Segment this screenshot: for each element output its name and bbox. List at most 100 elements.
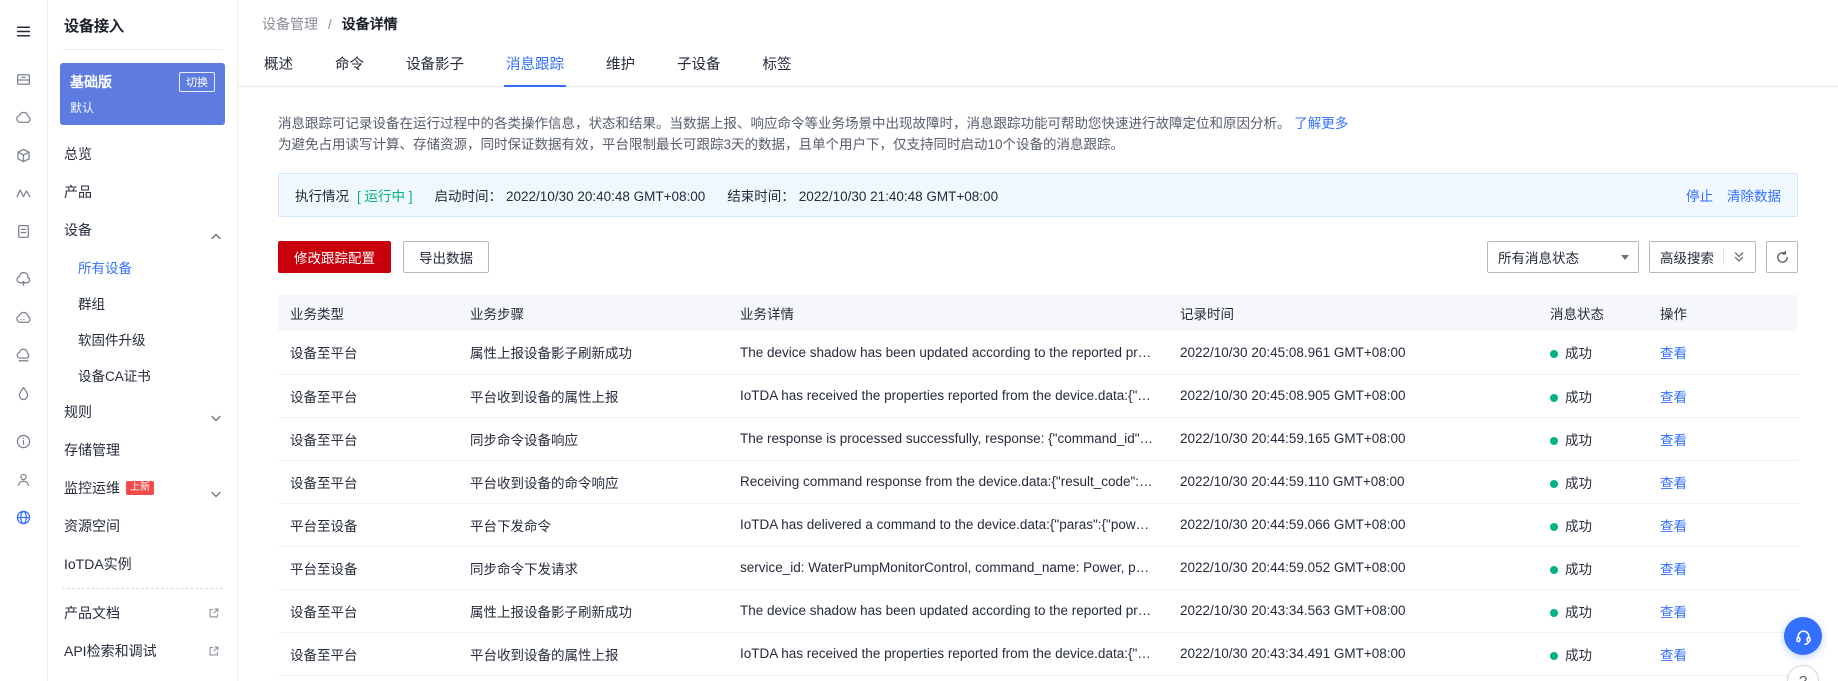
sidebar-item-product[interactable]: 产品 bbox=[48, 173, 237, 211]
start-time-label: 启动时间： bbox=[434, 189, 503, 204]
globe-icon[interactable] bbox=[0, 498, 47, 536]
advanced-search-button[interactable]: 高级搜索 bbox=[1649, 241, 1756, 273]
cell-operation: 查看 bbox=[1648, 417, 1798, 461]
tab-device-shadow[interactable]: 设备影子 bbox=[404, 44, 466, 86]
sidebar-item-all-devices[interactable]: 所有设备 bbox=[48, 249, 237, 285]
sidebar-item-overview[interactable]: 总览 bbox=[48, 135, 237, 173]
view-link[interactable]: 查看 bbox=[1660, 346, 1687, 361]
cell-business-detail: service_id: WaterPumpMonitorControl, com… bbox=[728, 546, 1168, 590]
customer-service-button[interactable] bbox=[1784, 617, 1822, 655]
stop-trace-link[interactable]: 停止 bbox=[1686, 185, 1713, 205]
cell-record-time: 2022/10/30 20:44:59.052 GMT+08:00 bbox=[1168, 546, 1538, 590]
clear-data-link[interactable]: 清除数据 bbox=[1727, 185, 1781, 205]
table-row: 设备至平台 平台收到设备的属性上报 IoTDA has received the… bbox=[278, 374, 1798, 418]
cell-message-status: 成功 bbox=[1538, 331, 1648, 375]
cell-business-type: 设备至平台 bbox=[278, 460, 458, 504]
cell-business-detail: IoTDA has delivered a command to the dev… bbox=[728, 503, 1168, 547]
view-link[interactable]: 查看 bbox=[1660, 476, 1687, 491]
drawer-icon[interactable] bbox=[0, 60, 47, 98]
cloud-server-icon[interactable] bbox=[0, 298, 47, 336]
sidebar-item-api-explorer[interactable]: API检索和调试 bbox=[48, 632, 237, 670]
sidebar-item-rules[interactable]: 规则 bbox=[48, 393, 237, 431]
sidebar-item-iotda-instance[interactable]: IoTDA实例 bbox=[48, 545, 237, 583]
package-icon[interactable] bbox=[0, 136, 47, 174]
sidebar-item-label: 设备CA证书 bbox=[78, 369, 151, 384]
status-text: 成功 bbox=[1565, 604, 1592, 620]
tab-tags[interactable]: 标签 bbox=[761, 44, 794, 86]
column-header-business-step: 业务步骤 bbox=[458, 295, 728, 331]
modify-trace-config-button[interactable]: 修改跟踪配置 bbox=[278, 241, 391, 273]
sidebar-item-resource-space[interactable]: 资源空间 bbox=[48, 507, 237, 545]
tab-bar: 概述 命令 设备影子 消息跟踪 维护 子设备 标签 bbox=[238, 44, 1838, 87]
success-dot-icon bbox=[1550, 565, 1558, 574]
view-link[interactable]: 查看 bbox=[1660, 605, 1687, 620]
view-link[interactable]: 查看 bbox=[1660, 390, 1687, 405]
status-text: 成功 bbox=[1565, 389, 1592, 405]
sidebar-dashed-divider bbox=[62, 588, 223, 589]
tab-overview[interactable]: 概述 bbox=[262, 44, 295, 86]
version-box: 基础版 切换 默认 bbox=[60, 63, 225, 125]
info-icon[interactable] bbox=[0, 422, 47, 460]
user-icon[interactable] bbox=[0, 460, 47, 498]
export-data-button[interactable]: 导出数据 bbox=[403, 241, 489, 273]
status-text: 成功 bbox=[1565, 518, 1592, 534]
tab-maintenance[interactable]: 维护 bbox=[604, 44, 637, 86]
execution-status-bar: 执行情况 [ 运行中 ] 启动时间： 2022/10/30 20:40:48 GM… bbox=[278, 173, 1798, 217]
cloud-icon[interactable] bbox=[0, 98, 47, 136]
document-icon[interactable] bbox=[0, 212, 47, 250]
table-row: 设备至平台 平台收到设备的属性上报 IoTDA has received the… bbox=[278, 632, 1798, 676]
help-button[interactable]: ? bbox=[1787, 665, 1819, 681]
column-header-record-time: 记录时间 bbox=[1168, 295, 1538, 331]
tab-child-devices[interactable]: 子设备 bbox=[675, 44, 723, 86]
cloud-stack-icon[interactable] bbox=[0, 336, 47, 374]
message-status-select[interactable]: 所有消息状态 bbox=[1487, 241, 1639, 273]
view-link[interactable]: 查看 bbox=[1660, 519, 1687, 534]
sidebar-divider bbox=[62, 49, 223, 50]
message-trace-table: 业务类型 业务步骤 业务详情 记录时间 消息状态 操作 设备至平台 属性上报设备… bbox=[278, 295, 1798, 676]
tab-commands[interactable]: 命令 bbox=[333, 44, 366, 86]
waveform-icon[interactable] bbox=[0, 174, 47, 212]
sidebar-item-device[interactable]: 设备 bbox=[48, 211, 237, 249]
success-dot-icon bbox=[1550, 651, 1558, 660]
column-header-business-type: 业务类型 bbox=[278, 295, 458, 331]
view-link[interactable]: 查看 bbox=[1660, 433, 1687, 448]
sidebar-item-groups[interactable]: 群组 bbox=[48, 285, 237, 321]
view-link[interactable]: 查看 bbox=[1660, 648, 1687, 663]
cloud-upload-icon[interactable] bbox=[0, 260, 47, 298]
sidebar-item-label: API检索和调试 bbox=[64, 643, 157, 659]
sidebar-menu: 总览 产品 设备 所有设备 群组 软固件升级 设备CA证书 规则 存储管理 监控… bbox=[48, 135, 237, 670]
sidebar-item-firmware-upgrade[interactable]: 软固件升级 bbox=[48, 321, 237, 357]
chevron-down-icon bbox=[1621, 254, 1629, 260]
success-dot-icon bbox=[1550, 393, 1558, 402]
sidebar-item-product-docs[interactable]: 产品文档 bbox=[48, 594, 237, 632]
feature-description: 消息跟踪可记录设备在运行过程中的各类操作信息，状态和结果。当数据上报、响应命令等… bbox=[278, 113, 1798, 155]
view-link[interactable]: 查看 bbox=[1660, 562, 1687, 577]
hamburger-menu-icon[interactable] bbox=[0, 12, 47, 50]
cell-operation: 查看 bbox=[1648, 503, 1798, 547]
switch-version-button[interactable]: 切换 bbox=[179, 72, 215, 92]
cell-business-type: 设备至平台 bbox=[278, 632, 458, 676]
refresh-icon bbox=[1776, 250, 1788, 263]
advanced-search-label: 高级搜索 bbox=[1660, 251, 1714, 266]
sidebar-item-storage[interactable]: 存储管理 bbox=[48, 431, 237, 469]
sidebar-item-device-ca-cert[interactable]: 设备CA证书 bbox=[48, 357, 237, 393]
cell-business-step: 同步命令下发请求 bbox=[458, 546, 728, 590]
learn-more-link[interactable]: 了解更多 bbox=[1294, 116, 1348, 131]
tab-panel-message-trace: 消息跟踪可记录设备在运行过程中的各类操作信息，状态和结果。当数据上报、响应命令等… bbox=[238, 87, 1838, 681]
cell-business-type: 设备至平台 bbox=[278, 589, 458, 633]
button-divider bbox=[1723, 249, 1724, 265]
table-row: 设备至平台 平台收到设备的命令响应 Receiving command resp… bbox=[278, 460, 1798, 504]
version-subtitle: 默认 bbox=[70, 101, 95, 115]
tab-message-trace[interactable]: 消息跟踪 bbox=[504, 44, 566, 87]
sidebar-item-label: 产品文档 bbox=[64, 605, 120, 621]
message-status-select-value: 所有消息状态 bbox=[1498, 251, 1579, 266]
cell-business-step: 平台收到设备的属性上报 bbox=[458, 374, 728, 418]
breadcrumb-parent[interactable]: 设备管理 bbox=[262, 16, 318, 32]
sidebar-item-label: 产品 bbox=[64, 184, 92, 200]
column-header-business-detail: 业务详情 bbox=[728, 295, 1168, 331]
sidebar-item-monitor-om[interactable]: 监控运维 上新 bbox=[48, 469, 237, 507]
droplet-icon[interactable] bbox=[0, 374, 47, 412]
success-dot-icon bbox=[1550, 608, 1558, 617]
description-line2: 为避免占用读写计算、存储资源，同时保证数据有效，平台限制最长可跟踪3天的数据，且… bbox=[278, 137, 1125, 152]
refresh-button[interactable] bbox=[1766, 241, 1798, 273]
